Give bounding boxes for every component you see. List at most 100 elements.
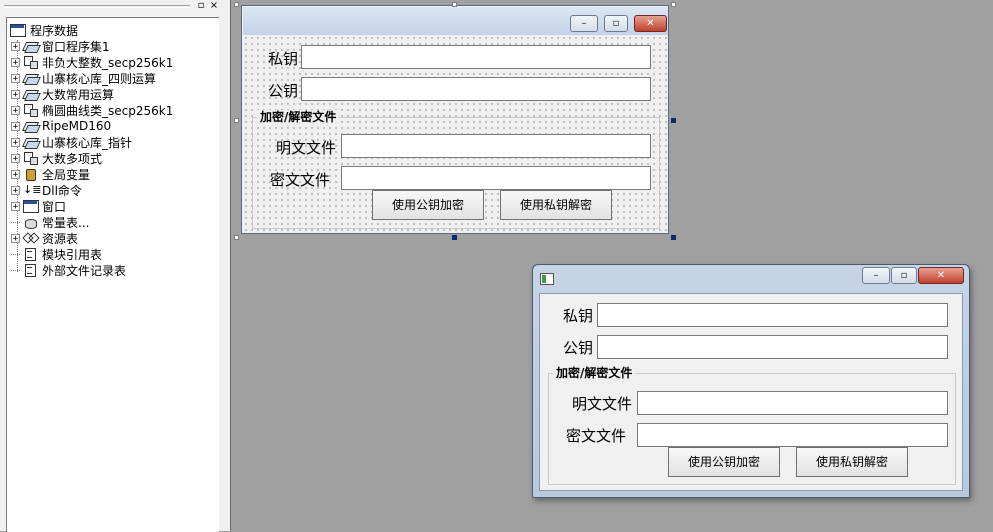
tree-item-ecc-class[interactable]: + 椭圆曲线类_secp256k1 — [11, 102, 173, 118]
tree-item-external-files[interactable]: 外部文件记录表 — [11, 262, 126, 278]
tree-item-label: 窗口 — [42, 199, 67, 214]
tree-item-label: 山寨核心库_四则运算 — [42, 71, 157, 86]
tree-connector — [11, 269, 20, 279]
tree-item-label: 全局变量 — [42, 167, 91, 182]
runtime-client-area: 私钥 公钥 加密/解密文件 明文文件 密文文件 使用公钥加密 使用私钥解密 — [539, 293, 963, 491]
panel-close-icon[interactable]: × — [209, 1, 219, 11]
class-icon — [23, 103, 39, 117]
expand-icon[interactable]: + — [11, 105, 20, 115]
expand-icon[interactable]: + — [11, 121, 20, 131]
tree-item-pointer-lib[interactable]: + 山寨核心库_指针 — [11, 134, 132, 150]
encrypt-public-key-button[interactable]: 使用公钥加密 — [668, 447, 780, 477]
expand-icon[interactable]: + — [11, 41, 20, 51]
book-icon — [23, 39, 39, 53]
tree-item-dll-commands[interactable]: + ↓≣ Dll命令 — [11, 182, 82, 198]
designer-window-frame: – ▫ ✕ 私钥 公钥 加密/解密文件 明文文件 密文文件 使用公钥加密 使用私… — [241, 5, 669, 234]
resize-handle-sw[interactable] — [234, 235, 239, 240]
tree-root[interactable]: 程序数据 — [10, 22, 78, 38]
resize-handle-w[interactable] — [234, 118, 239, 123]
designer-titlebar[interactable]: – ▫ ✕ — [243, 7, 668, 35]
encrypt-decrypt-group: 加密/解密文件 明文文件 密文文件 使用公钥加密 使用私钥解密 — [252, 110, 660, 229]
tree-item-polynomial[interactable]: + 大数多项式 — [11, 150, 102, 166]
plain-file-input[interactable] — [341, 134, 651, 158]
resize-handle-nw[interactable] — [234, 2, 239, 7]
cipher-file-input[interactable] — [637, 423, 948, 447]
expand-icon[interactable]: + — [11, 57, 20, 67]
expand-icon[interactable]: + — [11, 233, 20, 243]
resize-handle-n[interactable] — [452, 2, 457, 7]
minimize-icon[interactable]: – — [570, 15, 598, 32]
program-data-icon — [10, 23, 26, 37]
resize-handle-ne[interactable] — [671, 2, 676, 7]
encrypt-public-key-button[interactable]: 使用公钥加密 — [372, 190, 484, 220]
tree-item-global-vars[interactable]: + 全局变量 — [11, 166, 90, 182]
panel-titlebar: ▫ × — [0, 0, 228, 13]
resize-handle-se[interactable] — [671, 235, 676, 240]
maximize-icon[interactable]: ▫ — [891, 267, 917, 284]
tree-item-arith-lib[interactable]: + 山寨核心库_四则运算 — [11, 70, 156, 86]
file-record-icon — [23, 263, 39, 277]
private-key-input[interactable] — [301, 45, 651, 69]
tree-item-module-refs[interactable]: 模块引用表 — [11, 246, 102, 262]
constant-icon — [23, 215, 39, 229]
resize-handle-e[interactable] — [671, 118, 676, 123]
resource-icon — [23, 231, 39, 245]
tree-item-ripemd160[interactable]: + RipeMD160 — [11, 118, 111, 134]
plain-file-input[interactable] — [637, 391, 948, 415]
tree-item-windows[interactable]: + 窗口 — [11, 198, 66, 214]
expand-icon[interactable]: + — [11, 169, 20, 179]
public-key-label: 公钥 — [268, 82, 299, 100]
cipher-file-input[interactable] — [341, 166, 651, 190]
close-icon[interactable]: ✕ — [634, 15, 667, 32]
close-icon[interactable]: ✕ — [918, 267, 964, 284]
panel-grip[interactable] — [4, 5, 190, 8]
tree-item-label: 大数多项式 — [42, 151, 103, 166]
resize-handle-s[interactable] — [452, 235, 457, 240]
form-designer[interactable]: – ▫ ✕ 私钥 公钥 加密/解密文件 明文文件 密文文件 使用公钥加密 使用私… — [241, 5, 669, 234]
global-icon — [23, 167, 39, 181]
tree-item-label: 非负大整数_secp256k1 — [42, 55, 174, 70]
tree-item-bigint-class[interactable]: + 非负大整数_secp256k1 — [11, 54, 173, 70]
tree-item-label: RipeMD160 — [42, 119, 112, 133]
expand-icon[interactable]: + — [11, 153, 20, 163]
tree-root-label: 程序数据 — [30, 23, 79, 38]
panel-restore-icon[interactable]: ▫ — [196, 1, 206, 11]
cipher-file-label: 密文文件 — [566, 427, 627, 445]
runtime-window[interactable]: – ▫ ✕ 私钥 公钥 加密/解密文件 明文文件 密文文件 使用公钥加密 使用私… — [532, 264, 970, 498]
app-icon[interactable] — [540, 273, 554, 285]
window-icon — [23, 199, 39, 213]
encrypt-decrypt-group: 加密/解密文件 明文文件 密文文件 使用公钥加密 使用私钥解密 — [548, 366, 956, 485]
private-key-label: 私钥 — [268, 50, 299, 68]
book-icon — [23, 87, 39, 101]
plain-file-label: 明文文件 — [572, 395, 633, 413]
class-icon — [23, 151, 39, 165]
tree-item-window-assembly[interactable]: + 窗口程序集1 — [11, 37, 110, 55]
tree-item-label: Dll命令 — [42, 183, 82, 198]
private-key-input[interactable] — [597, 303, 948, 327]
maximize-icon[interactable]: ▫ — [604, 15, 628, 32]
expand-icon[interactable]: + — [11, 185, 20, 195]
project-tree[interactable]: 程序数据 + 窗口程序集1 + 非负大整数_secp256k1 + 山寨核心库_… — [6, 17, 219, 532]
tree-item-constants[interactable]: 常量表... — [11, 214, 89, 230]
expand-icon[interactable]: + — [11, 201, 20, 211]
book-icon — [23, 119, 39, 133]
book-icon — [23, 71, 39, 85]
panel-splitter[interactable] — [228, 0, 231, 531]
minimize-icon[interactable]: – — [862, 267, 890, 284]
tree-item-resources[interactable]: + 资源表 — [11, 230, 78, 246]
tree-item-label: 大数常用运算 — [42, 87, 115, 102]
tree-item-label: 山寨核心库_指针 — [42, 135, 133, 150]
expand-icon[interactable]: + — [11, 89, 20, 99]
public-key-input[interactable] — [597, 335, 948, 359]
runtime-window-frame: – ▫ ✕ 私钥 公钥 加密/解密文件 明文文件 密文文件 使用公钥加密 使用私… — [532, 264, 970, 498]
private-key-label: 私钥 — [563, 307, 594, 325]
decrypt-private-key-button[interactable]: 使用私钥解密 — [500, 190, 612, 220]
decrypt-private-key-button[interactable]: 使用私钥解密 — [796, 447, 908, 477]
tree-item-label: 常量表... — [42, 215, 90, 230]
expand-icon[interactable]: + — [11, 73, 20, 83]
designer-client-grid[interactable]: 私钥 公钥 加密/解密文件 明文文件 密文文件 使用公钥加密 使用私钥解密 — [243, 35, 668, 233]
plain-file-label: 明文文件 — [276, 139, 337, 157]
public-key-input[interactable] — [301, 77, 651, 101]
expand-icon[interactable]: + — [11, 137, 20, 147]
tree-item-bignum-ops[interactable]: + 大数常用运算 — [11, 86, 114, 102]
